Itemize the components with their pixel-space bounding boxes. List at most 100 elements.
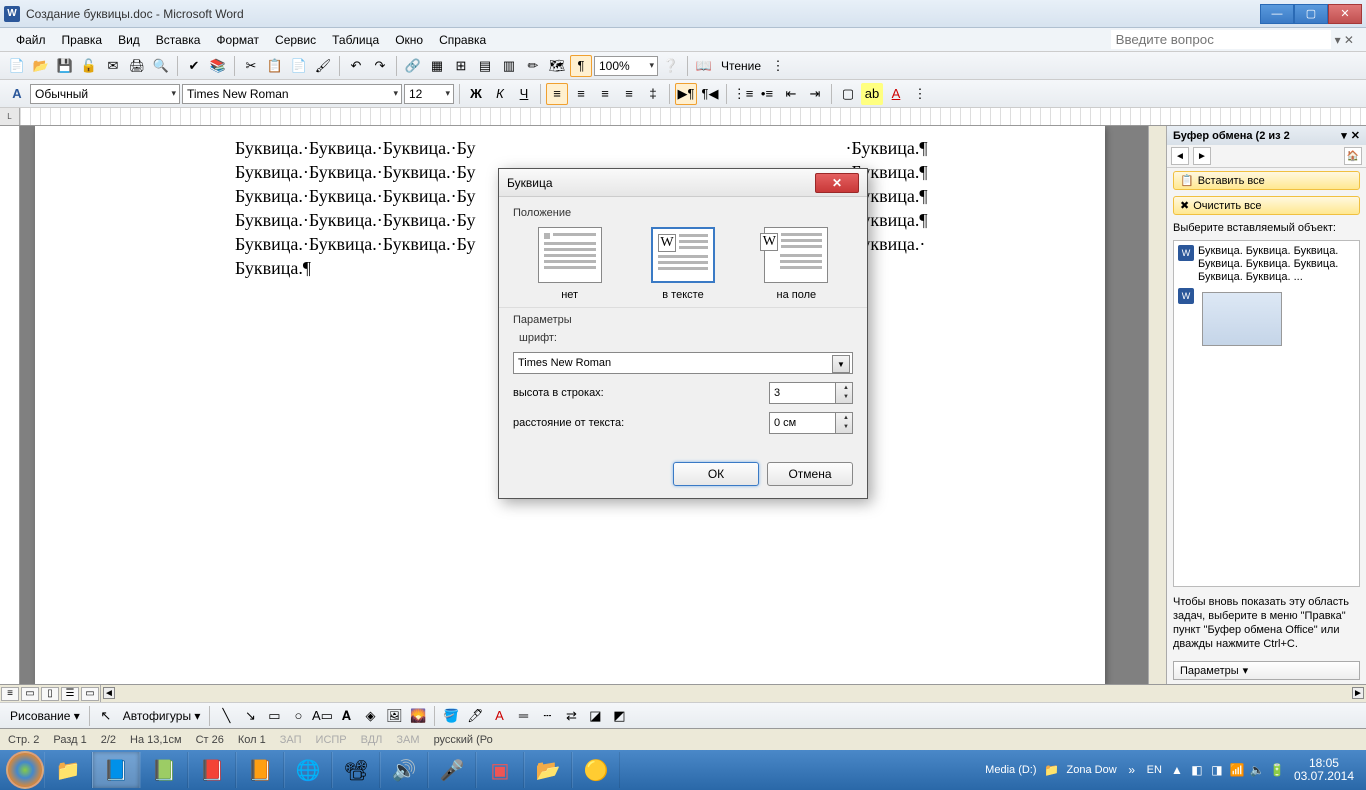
outdent-icon[interactable]: ⇤ [780, 83, 802, 105]
taskbar-mic-icon[interactable]: 🎤 [428, 752, 476, 788]
menu-view[interactable]: Вид [110, 31, 148, 49]
textbox-icon[interactable]: A▭ [311, 705, 333, 727]
taskbar-powerpoint-icon[interactable]: 📙 [236, 752, 284, 788]
fill-color-icon[interactable]: 🪣 [440, 705, 462, 727]
borders-icon[interactable]: ▢ [837, 83, 859, 105]
autoshapes-menu[interactable]: Автофигуры ▾ [119, 709, 205, 723]
menu-table[interactable]: Таблица [324, 31, 387, 49]
oval-icon[interactable]: ○ [287, 705, 309, 727]
position-margin-option[interactable]: W на поле [764, 227, 828, 301]
highlight-icon[interactable]: ab [861, 83, 883, 105]
numbering-icon[interactable]: ⋮≡ [732, 83, 754, 105]
diagram-icon[interactable]: ◈ [359, 705, 381, 727]
clipart-icon[interactable]: 🖼 [383, 705, 405, 727]
research-icon[interactable]: 📚 [207, 55, 229, 77]
wordart-icon[interactable]: 𝐀 [335, 705, 357, 727]
normal-view-icon[interactable]: ≡ [1, 687, 19, 701]
paste-all-button[interactable]: 📋Вставить все [1173, 171, 1360, 190]
3d-icon[interactable]: ◩ [608, 705, 630, 727]
back-icon[interactable]: ◄ [1171, 147, 1189, 165]
indent-icon[interactable]: ⇥ [804, 83, 826, 105]
horizontal-scrollbar[interactable]: ◄ ► [100, 685, 1366, 702]
undo-icon[interactable]: ↶ [345, 55, 367, 77]
taskbar-excel-icon[interactable]: 📗 [140, 752, 188, 788]
menu-format[interactable]: Формат [208, 31, 267, 49]
mail-icon[interactable]: ✉ [102, 55, 124, 77]
cut-icon[interactable]: ✂ [240, 55, 262, 77]
font-color-icon-2[interactable]: A [488, 705, 510, 727]
permission-icon[interactable]: 🔓 [78, 55, 100, 77]
picture-icon[interactable]: 🌄 [407, 705, 429, 727]
clear-all-button[interactable]: ✖Очистить все [1173, 196, 1360, 215]
cancel-button[interactable]: Отмена [767, 462, 853, 486]
paste-icon[interactable]: 📄 [288, 55, 310, 77]
docmap-icon[interactable]: 🗺 [546, 55, 568, 77]
lines-spinner[interactable]: 3 [769, 382, 853, 404]
tray-network-icon[interactable]: 📶 [1228, 761, 1246, 779]
taskbar-folder-icon[interactable]: 📂 [524, 752, 572, 788]
help-icon[interactable]: ❔ [660, 55, 682, 77]
font-color-icon[interactable]: A [885, 83, 907, 105]
vertical-scrollbar[interactable] [1148, 126, 1166, 684]
vertical-ruler[interactable] [0, 126, 20, 684]
line-spacing-icon[interactable]: ‡ [642, 83, 664, 105]
line-icon[interactable]: ╲ [215, 705, 237, 727]
bold-icon[interactable]: Ж [465, 83, 487, 105]
drawing-menu[interactable]: Рисование ▾ [6, 709, 84, 723]
tray-clock[interactable]: 18:05 03.07.2014 [1288, 757, 1360, 783]
start-button[interactable] [6, 751, 44, 789]
columns-icon[interactable]: ▥ [498, 55, 520, 77]
menu-window[interactable]: Окно [387, 31, 431, 49]
position-none-option[interactable]: нет [538, 227, 602, 301]
home-icon[interactable]: 🏠 [1344, 147, 1362, 165]
format-painter-icon[interactable]: 🖌 [312, 55, 334, 77]
taskbar-ppt-icon[interactable]: 📽 [332, 752, 380, 788]
taskbar-explorer-icon[interactable]: 📁 [44, 752, 92, 788]
toolbar-overflow-icon[interactable]: ⋮ [767, 55, 789, 77]
reading-label[interactable]: Чтение [717, 59, 765, 73]
tray-folder-icon[interactable]: 📁 [1043, 761, 1061, 779]
rectangle-icon[interactable]: ▭ [263, 705, 285, 727]
ltr-icon[interactable]: ▶¶ [675, 83, 697, 105]
line-style-icon[interactable]: ═ [512, 705, 534, 727]
status-ext[interactable]: ВДЛ [361, 734, 383, 746]
dash-style-icon[interactable]: ┄ [536, 705, 558, 727]
taskbar-volume-icon[interactable]: 🔊 [380, 752, 428, 788]
clipboard-item[interactable]: W Буквица. Буквица. Буквица. Буквица. Бу… [1176, 243, 1357, 286]
tray-sound-icon[interactable]: 🔈 [1248, 761, 1266, 779]
tray-app1-icon[interactable]: ◧ [1188, 761, 1206, 779]
styles-icon[interactable]: A [6, 83, 28, 105]
read-icon[interactable]: 📖 [693, 55, 715, 77]
taskbar-app-icon[interactable]: ▣ [476, 752, 524, 788]
arrow-icon[interactable]: ↘ [239, 705, 261, 727]
font-combo[interactable]: Times New Roman [513, 352, 853, 374]
tray-show-hidden-icon[interactable]: ▲ [1168, 761, 1186, 779]
position-intext-option[interactable]: W в тексте [651, 227, 715, 301]
taskbar-word-icon[interactable]: 📘 [92, 752, 140, 788]
align-right-icon[interactable]: ≡ [594, 83, 616, 105]
drawing-toggle-icon[interactable]: ✏ [522, 55, 544, 77]
fontsize-combo[interactable]: 12 [404, 84, 454, 104]
arrow-style-icon[interactable]: ⇄ [560, 705, 582, 727]
bullets-icon[interactable]: •≡ [756, 83, 778, 105]
spellcheck-icon[interactable]: ✔ [183, 55, 205, 77]
status-rec[interactable]: ЗАП [280, 734, 302, 746]
task-pane-close-icon[interactable]: ✕ [1347, 129, 1360, 142]
tray-media-label[interactable]: Media (D:) [981, 764, 1040, 776]
forward-icon[interactable]: ► [1193, 147, 1211, 165]
align-center-icon[interactable]: ≡ [570, 83, 592, 105]
status-trk[interactable]: ИСПР [316, 734, 347, 746]
maximize-button[interactable]: ▢ [1294, 4, 1328, 24]
preview-icon[interactable]: 🔍 [150, 55, 172, 77]
shadow-icon[interactable]: ◪ [584, 705, 606, 727]
clipboard-items-list[interactable]: W Буквица. Буквица. Буквица. Буквица. Бу… [1173, 240, 1360, 587]
clipboard-item[interactable]: W [1176, 286, 1357, 352]
style-combo[interactable]: Обычный [30, 84, 180, 104]
help-dropdown-icon[interactable]: ▾ ✕ [1331, 33, 1358, 47]
taskbar-globe-icon[interactable]: 🌐 [284, 752, 332, 788]
show-marks-icon[interactable]: ¶ [570, 55, 592, 77]
tray-chevron-icon[interactable]: » [1123, 761, 1141, 779]
close-button[interactable]: ✕ [1328, 4, 1362, 24]
print-view-icon[interactable]: ▯ [41, 687, 59, 701]
tray-battery-icon[interactable]: 🔋 [1268, 761, 1286, 779]
